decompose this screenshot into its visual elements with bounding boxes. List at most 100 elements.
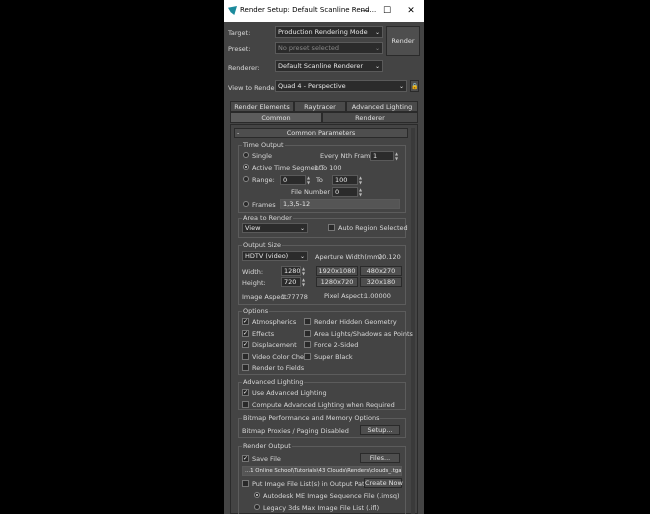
output-size-preset-value: HDTV (video) bbox=[245, 252, 289, 260]
active-time-segment-radio[interactable] bbox=[243, 164, 249, 170]
target-dropdown[interactable]: Production Rendering Mode ⌄ bbox=[275, 26, 383, 38]
every-nth-frame-input[interactable]: 1 bbox=[370, 151, 394, 161]
tab-render-elements[interactable]: Render Elements bbox=[230, 101, 294, 112]
preset-1280x720-button[interactable]: 1280x720 bbox=[316, 277, 358, 287]
view-to-render-dropdown[interactable]: Quad 4 - Perspective ⌄ bbox=[275, 80, 407, 92]
chevron-down-icon: ⌄ bbox=[398, 83, 404, 90]
range-to-spinner[interactable]: ▲ ▼ bbox=[358, 175, 363, 185]
bitmap-proxies-status: Bitmap Proxies / Paging Disabled bbox=[242, 427, 349, 435]
option-left-2-checkbox[interactable]: ✓ bbox=[242, 341, 249, 348]
option-left-4-label: Render to Fields bbox=[252, 364, 305, 372]
option-right-3-label: Super Black bbox=[314, 352, 353, 361]
render-setup-window: Render Setup: Default Scanline Rend... —… bbox=[224, 0, 424, 514]
view-to-render-label: View to Render: bbox=[228, 84, 280, 92]
range-from-input[interactable]: 0 bbox=[280, 175, 306, 185]
tab-common[interactable]: Common bbox=[230, 112, 322, 123]
preset-480x270-button[interactable]: 480x270 bbox=[360, 266, 402, 276]
3dsmax-logo-icon bbox=[228, 6, 237, 15]
preset-dropdown[interactable]: No preset selected ⌄ bbox=[275, 42, 383, 54]
file-number-base-input[interactable]: 0 bbox=[332, 187, 358, 197]
rollout-toggle: - bbox=[237, 129, 240, 137]
preset-value: No preset selected bbox=[278, 44, 339, 52]
title-bar[interactable]: Render Setup: Default Scanline Rend... —… bbox=[224, 0, 424, 22]
width-spinner[interactable]: ▲ ▼ bbox=[301, 266, 306, 276]
chevron-down-icon: ⌄ bbox=[374, 45, 380, 52]
option-left-0-checkbox[interactable]: ✓ bbox=[242, 318, 249, 325]
chevron-down-icon: ⌄ bbox=[299, 253, 305, 260]
lock-view-button[interactable]: 🔒 bbox=[410, 80, 419, 92]
output-size-title: Output Size bbox=[242, 241, 282, 249]
common-parameters-rollout[interactable]: - Common Parameters bbox=[234, 128, 408, 138]
legacy-ifl-radio[interactable] bbox=[254, 504, 260, 510]
active-time-range: 1 To 100 bbox=[314, 164, 342, 172]
option-left-3-checkbox[interactable] bbox=[242, 352, 249, 360]
lock-icon: 🔒 bbox=[411, 83, 419, 90]
files-button[interactable]: Files... bbox=[360, 453, 400, 463]
minimize-button[interactable]: — bbox=[358, 4, 372, 18]
renderer-dropdown[interactable]: Default Scanline Renderer ⌄ bbox=[275, 60, 383, 72]
height-input[interactable]: 720 bbox=[281, 277, 301, 287]
frames-input[interactable]: 1,3,5-12 bbox=[280, 199, 400, 209]
width-input[interactable]: 1280 bbox=[281, 266, 301, 276]
render-output-title: Render Output bbox=[242, 442, 292, 450]
option-left-1-label: Effects bbox=[252, 329, 275, 338]
panel-scrollbar[interactable] bbox=[411, 128, 415, 514]
option-left-1-checkbox[interactable]: ✓ bbox=[242, 329, 249, 337]
every-nth-frame-spinner[interactable]: ▲ ▼ bbox=[394, 151, 399, 161]
bitmap-setup-button[interactable]: Setup... bbox=[360, 425, 400, 435]
aperture-width-value: 20.120 bbox=[378, 253, 401, 261]
chevron-down-icon: ⌄ bbox=[374, 63, 380, 70]
close-button[interactable]: ✕ bbox=[404, 4, 418, 18]
height-label: Height: bbox=[242, 279, 266, 287]
compute-advanced-lighting-checkbox[interactable] bbox=[242, 401, 249, 408]
option-left-2-label: Displacement bbox=[252, 341, 297, 349]
aperture-width-label: Aperture Width(mm): bbox=[315, 253, 385, 261]
save-file-checkbox[interactable]: ✓ bbox=[242, 455, 249, 462]
active-time-segment-label: Active Time Segment: bbox=[252, 164, 324, 172]
maximize-button[interactable]: ☐ bbox=[380, 4, 394, 18]
range-label: Range: bbox=[252, 176, 275, 184]
option-right-3-checkbox[interactable] bbox=[304, 352, 311, 360]
option-right-0-checkbox[interactable] bbox=[304, 318, 311, 325]
autodesk-me-radio[interactable] bbox=[254, 492, 260, 498]
compute-advanced-lighting-label: Compute Advanced Lighting when Required bbox=[252, 401, 395, 409]
option-left-4-checkbox[interactable] bbox=[242, 364, 249, 371]
option-left-0-label: Atmospherics bbox=[252, 318, 297, 326]
save-file-label: Save File bbox=[252, 455, 281, 463]
area-to-render-title: Area to Render bbox=[242, 214, 293, 222]
tab-raytracer[interactable]: Raytracer bbox=[294, 101, 346, 112]
create-now-button[interactable]: Create Now bbox=[364, 478, 403, 488]
every-nth-frame-label: Every Nth Frame: bbox=[320, 152, 377, 160]
put-image-file-list-checkbox[interactable] bbox=[242, 480, 249, 487]
output-size-preset-dropdown[interactable]: HDTV (video) ⌄ bbox=[242, 251, 308, 261]
use-advanced-lighting-checkbox[interactable]: ✓ bbox=[242, 389, 249, 396]
preset-320x180-button[interactable]: 320x180 bbox=[360, 277, 402, 287]
single-radio[interactable] bbox=[243, 152, 249, 158]
target-label: Target: bbox=[228, 29, 251, 37]
range-radio[interactable] bbox=[243, 176, 249, 182]
height-spinner[interactable]: ▲ ▼ bbox=[301, 277, 306, 287]
file-number-base-spinner[interactable]: ▲ ▼ bbox=[358, 187, 363, 197]
advanced-lighting-title: Advanced Lighting bbox=[242, 378, 305, 386]
chevron-down-icon: ⌄ bbox=[299, 225, 305, 232]
render-button[interactable]: Render bbox=[386, 26, 420, 56]
area-to-render-dropdown[interactable]: View ⌄ bbox=[242, 223, 308, 233]
range-to-input[interactable]: 100 bbox=[332, 175, 358, 185]
option-right-1-checkbox[interactable] bbox=[304, 329, 311, 337]
auto-region-checkbox[interactable] bbox=[328, 224, 335, 231]
preset-label: Preset: bbox=[228, 45, 251, 53]
chevron-down-icon: ⌄ bbox=[374, 29, 380, 36]
pixel-aspect-value: 1.00000 bbox=[364, 292, 391, 300]
tab-renderer[interactable]: Renderer bbox=[322, 112, 418, 123]
renderer-value: Default Scanline Renderer bbox=[278, 62, 364, 70]
time-output-title: Time Output bbox=[242, 141, 285, 149]
output-path-field[interactable]: ...1 Online School\Tutorials\43 Clouds\R… bbox=[242, 466, 402, 476]
option-right-2-label: Force 2-Sided bbox=[314, 341, 359, 349]
range-from-spinner[interactable]: ▲ ▼ bbox=[306, 175, 311, 185]
frames-label: Frames bbox=[252, 201, 276, 209]
tab-advanced-lighting[interactable]: Advanced Lighting bbox=[346, 101, 418, 112]
preset-1920x1080-button[interactable]: 1920x1080 bbox=[316, 266, 358, 276]
option-right-0-label: Render Hidden Geometry bbox=[314, 318, 397, 326]
frames-radio[interactable] bbox=[243, 201, 249, 207]
option-right-2-checkbox[interactable] bbox=[304, 341, 311, 348]
